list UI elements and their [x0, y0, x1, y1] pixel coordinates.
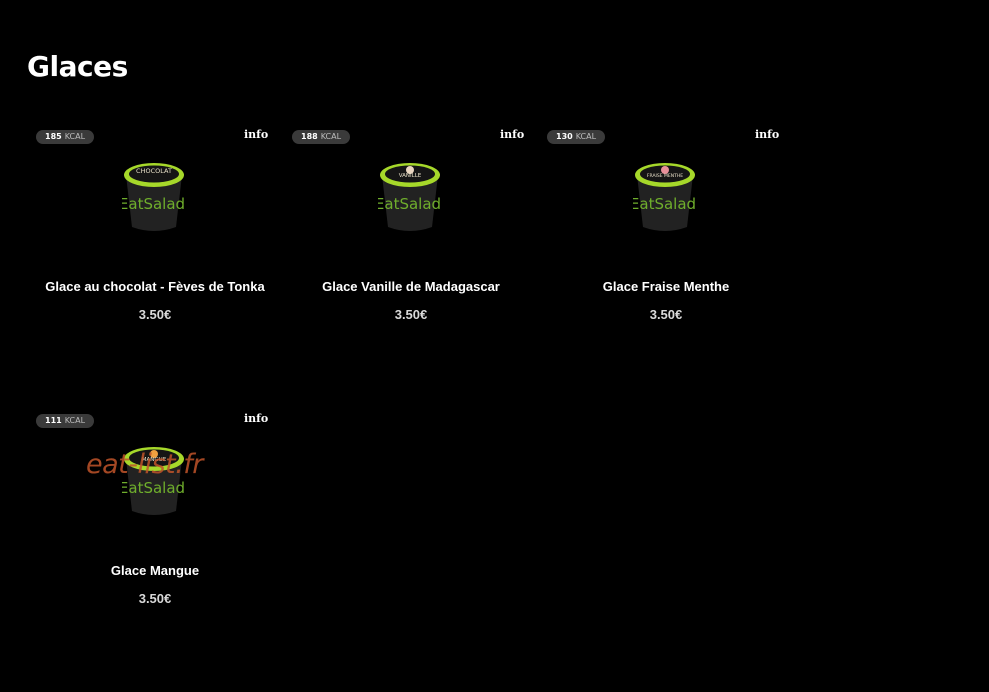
ice-cream-tub-image: VANILLE EatSalad: [378, 163, 441, 231]
ice-cream-tub-image: FRAISE MENTHE EatSalad: [633, 163, 696, 231]
product-price: 3.50€: [138, 307, 172, 322]
svg-text:VANILLE: VANILLE: [399, 173, 422, 179]
product-name[interactable]: Glace Vanille de Madagascar: [284, 279, 538, 294]
kcal-badge: 130 KCAL: [547, 130, 606, 144]
info-link[interactable]: info: [755, 128, 779, 141]
svg-text:EatSalad: EatSalad: [633, 195, 696, 213]
kcal-badge: 111 KCAL: [36, 414, 95, 428]
svg-text:FRAISE MENTHE: FRAISE MENTHE: [647, 173, 683, 179]
svg-text:EatSalad: EatSalad: [122, 195, 185, 213]
svg-text:MANGUE: MANGUE: [142, 457, 167, 463]
svg-text:EatSalad: EatSalad: [122, 479, 185, 497]
info-link[interactable]: info: [500, 128, 524, 141]
ice-cream-tub-image: CHOCOLAT EatSalad: [122, 163, 185, 231]
product-name[interactable]: Glace Fraise Menthe: [539, 279, 793, 294]
kcal-badge: 185 KCAL: [36, 130, 95, 144]
page-title: Glaces: [27, 50, 128, 83]
product-price: 3.50€: [394, 307, 428, 322]
product-name[interactable]: Glace Mangue: [28, 563, 282, 578]
product-card-chocolat[interactable]: 185 KCAL info CHOCOLAT EatSalad Glace au …: [28, 123, 268, 353]
product-card-mangue[interactable]: 111 KCAL info MANGUE EatSalad Glace Mangu…: [28, 407, 268, 637]
product-name[interactable]: Glace au chocolat - Fèves de Tonka: [28, 279, 282, 294]
ice-cream-tub-image: MANGUE EatSalad: [122, 447, 185, 515]
product-price: 3.50€: [649, 307, 683, 322]
product-card-vanille[interactable]: 188 KCAL info VANILLE EatSalad Glace Vani…: [284, 123, 524, 353]
product-price: 3.50€: [138, 591, 172, 606]
svg-text:EatSalad: EatSalad: [378, 195, 441, 213]
svg-text:CHOCOLAT: CHOCOLAT: [136, 167, 172, 175]
kcal-badge: 188 KCAL: [292, 130, 351, 144]
info-link[interactable]: info: [244, 412, 268, 425]
info-link[interactable]: info: [244, 128, 268, 141]
product-card-fraise-menthe[interactable]: 130 KCAL info FRAISE MENTHE EatSalad Glac…: [539, 123, 779, 353]
